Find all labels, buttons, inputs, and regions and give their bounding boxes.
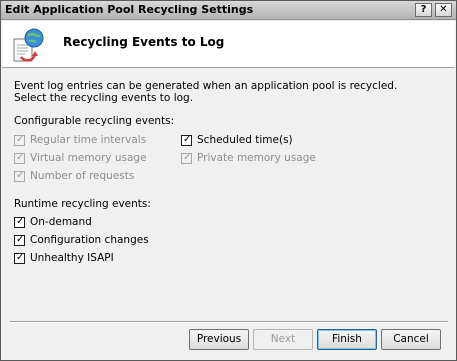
checkbox-label: Number of requests — [30, 170, 135, 182]
page-title: Recycling Events to Log — [63, 35, 225, 49]
checkbox-box[interactable]: ✓ — [14, 251, 25, 264]
dialog-window: Edit Application Pool Recycling Settings… — [0, 0, 457, 361]
checkmark-icon: ✓ — [16, 169, 25, 181]
checkbox-number-of-requests[interactable]: ✓ Number of requests — [14, 169, 134, 183]
checkmark-icon: ✓ — [16, 133, 25, 145]
checkbox-box[interactable]: ✓ — [14, 151, 25, 164]
checkbox-scheduled-times[interactable]: ✓ Scheduled time(s) — [181, 133, 293, 147]
content-panel: Event log entries can be generated when … — [2, 69, 455, 321]
checkmark-icon: ✓ — [16, 233, 25, 245]
checkbox-label: Virtual memory usage — [30, 152, 147, 164]
checkbox-on-demand[interactable]: ✓ On-demand — [14, 215, 92, 229]
checkbox-label: On-demand — [30, 216, 92, 228]
configurable-events-label: Configurable recycling events: — [14, 115, 175, 127]
help-button[interactable]: ? — [415, 3, 432, 17]
next-button[interactable]: Next — [253, 329, 313, 350]
checkbox-box[interactable]: ✓ — [14, 233, 25, 246]
finish-button[interactable]: Finish — [317, 329, 377, 350]
checkbox-box[interactable]: ✓ — [14, 215, 25, 228]
previous-button[interactable]: Previous — [189, 329, 249, 350]
checkbox-private-memory-usage[interactable]: ✓ Private memory usage — [181, 151, 316, 165]
cancel-button[interactable]: Cancel — [381, 329, 441, 350]
runtime-events-label: Runtime recycling events: — [14, 198, 151, 210]
checkbox-configuration-changes[interactable]: ✓ Configuration changes — [14, 233, 149, 247]
checkbox-label: Private memory usage — [197, 152, 316, 164]
checkmark-icon: ✓ — [183, 133, 192, 145]
checkbox-label: Configuration changes — [30, 234, 149, 246]
wizard-header: Recycling Events to Log — [2, 21, 455, 68]
checkbox-box[interactable]: ✓ — [14, 169, 25, 182]
checkbox-box[interactable]: ✓ — [14, 133, 25, 146]
checkmark-icon: ✓ — [16, 215, 25, 227]
checkbox-virtual-memory-usage[interactable]: ✓ Virtual memory usage — [14, 151, 147, 165]
button-bar: Previous Next Finish Cancel — [2, 321, 455, 360]
close-button[interactable]: ✕ — [435, 3, 452, 17]
checkmark-icon: ✓ — [183, 151, 192, 163]
window-title: Edit Application Pool Recycling Settings — [5, 3, 254, 16]
recycle-globe-document-icon — [13, 28, 44, 62]
checkmark-icon: ✓ — [16, 151, 25, 163]
checkbox-box[interactable]: ✓ — [181, 133, 192, 146]
checkmark-icon: ✓ — [16, 251, 25, 263]
title-bar[interactable]: Edit Application Pool Recycling Settings… — [1, 1, 456, 20]
description-text: Event log entries can be generated when … — [14, 80, 398, 104]
divider — [10, 321, 448, 323]
checkbox-unhealthy-isapi[interactable]: ✓ Unhealthy ISAPI — [14, 251, 114, 265]
checkbox-label: Regular time intervals — [30, 134, 147, 146]
checkbox-label: Scheduled time(s) — [197, 134, 293, 146]
checkbox-label: Unhealthy ISAPI — [30, 252, 114, 264]
checkbox-box[interactable]: ✓ — [181, 151, 192, 164]
checkbox-regular-time-intervals[interactable]: ✓ Regular time intervals — [14, 133, 146, 147]
